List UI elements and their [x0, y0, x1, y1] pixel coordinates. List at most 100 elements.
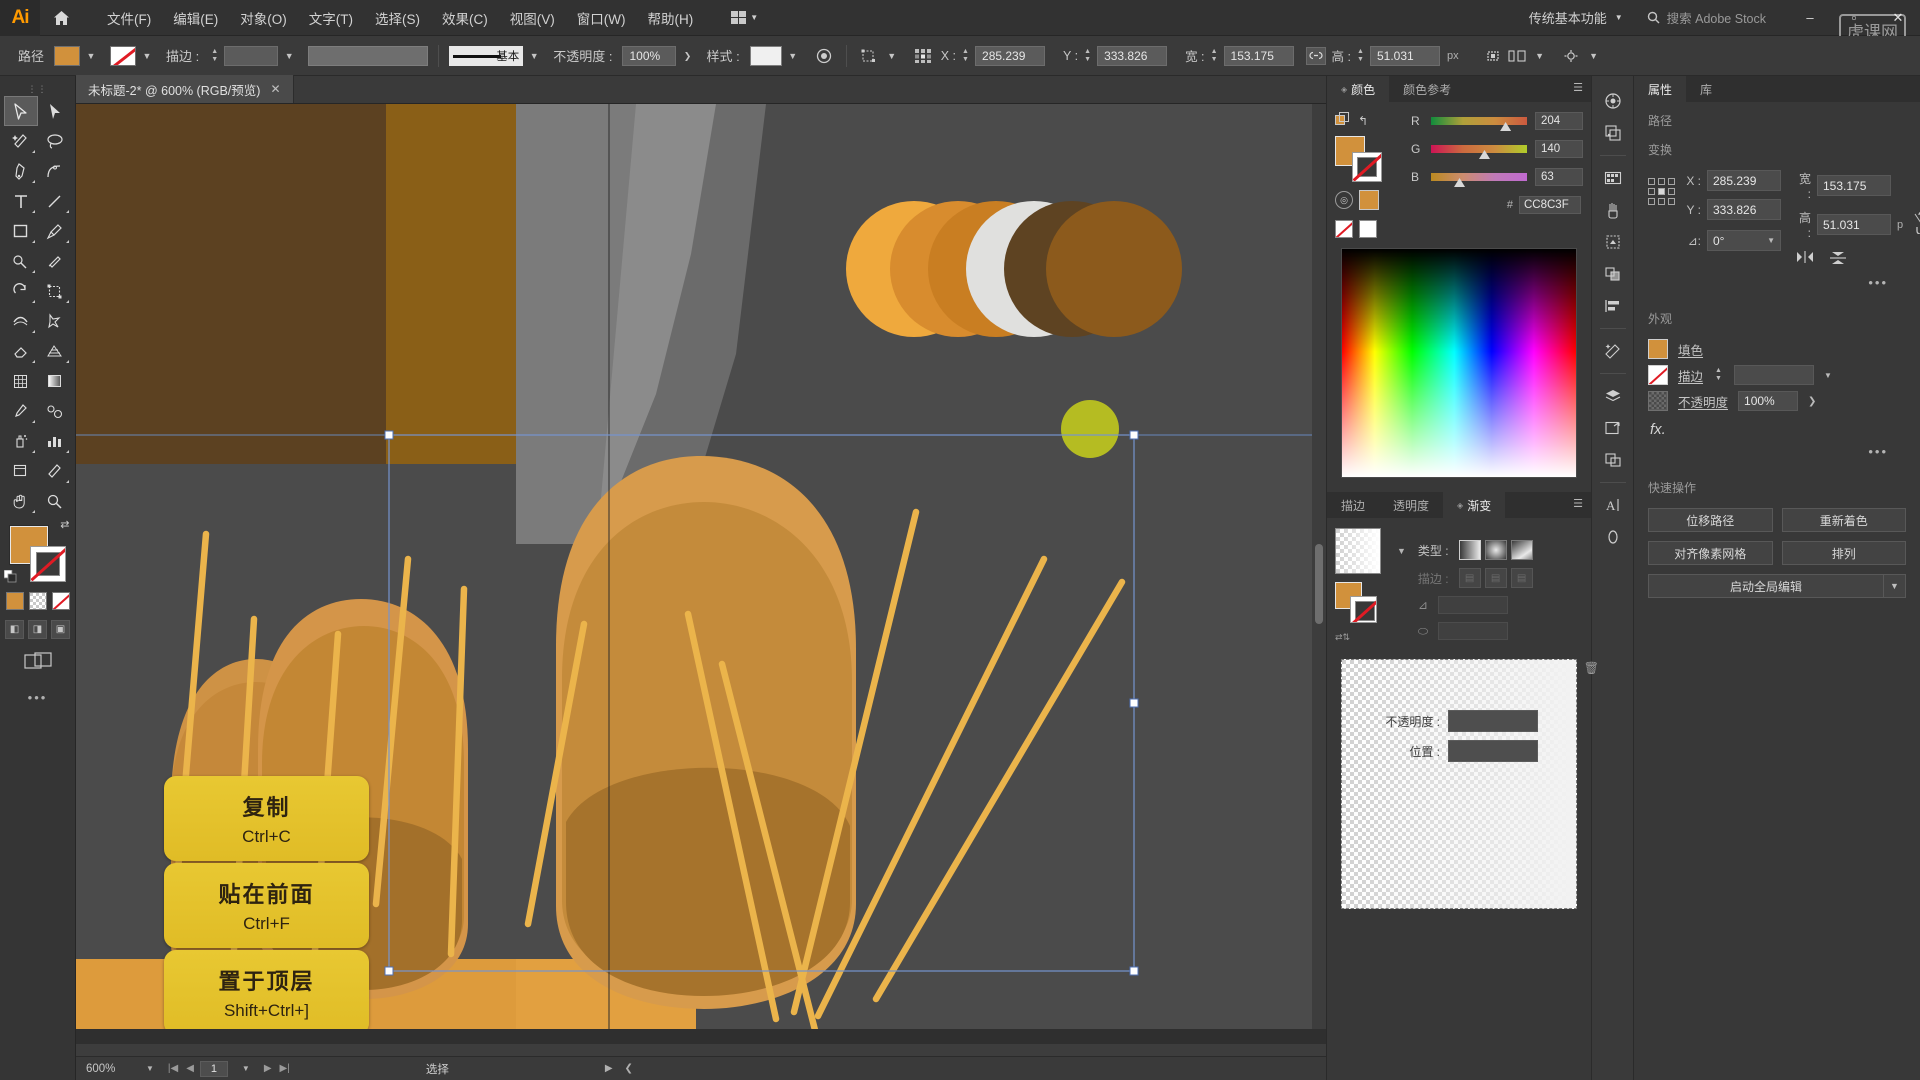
- graphic-style-control[interactable]: ▼: [749, 45, 800, 66]
- gradient-type-freeform[interactable]: [1510, 540, 1533, 560]
- close-icon[interactable]: ✕: [270, 82, 280, 96]
- fill-swatch[interactable]: [54, 45, 81, 66]
- mesh-tool[interactable]: [4, 366, 38, 396]
- draw-behind-icon[interactable]: ◨: [28, 620, 47, 639]
- color-panel-icon[interactable]: [1597, 86, 1629, 116]
- reference-point-selector[interactable]: [1648, 178, 1675, 205]
- color-spectrum-bar[interactable]: [1341, 248, 1577, 478]
- gradient-ramp[interactable]: 不透明度 : 位置 :: [1341, 659, 1577, 909]
- chevron-down-icon[interactable]: ▼: [885, 46, 899, 66]
- gradient-preview-swatch[interactable]: [1335, 528, 1381, 574]
- stroke-swatch-none[interactable]: [110, 45, 137, 66]
- page-number[interactable]: 1: [199, 1060, 228, 1077]
- close-button[interactable]: ✕: [1876, 0, 1920, 36]
- chevron-right-icon[interactable]: ❯: [680, 46, 694, 66]
- gradient-location-input[interactable]: [1448, 740, 1538, 762]
- quick-action-arrange[interactable]: 排列: [1781, 541, 1906, 565]
- transform-icon[interactable]: [857, 45, 881, 67]
- slice-tool[interactable]: [38, 456, 72, 486]
- prop-height-input[interactable]: 51.031: [1817, 214, 1891, 235]
- artboard-canvas[interactable]: 复制 Ctrl+C 贴在前面 Ctrl+F 置于顶层 Shift+Ctrl+]: [76, 104, 1326, 1029]
- eraser-tool[interactable]: [4, 336, 38, 366]
- fill-control[interactable]: ▼: [54, 45, 98, 66]
- panel-menu-icon[interactable]: ☰: [1573, 83, 1583, 94]
- tab-libraries[interactable]: 库: [1686, 76, 1726, 102]
- puppet-warp-tool[interactable]: [38, 306, 72, 336]
- eyedropper-tool[interactable]: [4, 396, 38, 426]
- draw-inside-icon[interactable]: ▣: [51, 620, 70, 639]
- hex-value-input[interactable]: CC8C3F: [1519, 196, 1581, 214]
- chevron-down-icon[interactable]: ▼: [140, 46, 154, 66]
- trash-icon[interactable]: 🗑: [1584, 661, 1599, 675]
- stepper-icon[interactable]: ▲ ▼: [960, 46, 971, 66]
- channel-b-slider[interactable]: [1431, 172, 1527, 187]
- last-page-icon[interactable]: ▶|: [280, 1063, 290, 1074]
- lasso-tool[interactable]: [38, 126, 72, 156]
- menu-item-select[interactable]: 选择(S): [364, 3, 431, 33]
- link-ratio-icon[interactable]: [1305, 46, 1326, 65]
- prop-angle-select[interactable]: 0° ▼: [1707, 230, 1781, 251]
- chevron-down-icon[interactable]: ▼: [1884, 574, 1906, 598]
- line-segment-tool[interactable]: [38, 186, 72, 216]
- color-fill-button[interactable]: [5, 592, 24, 610]
- next-page-icon[interactable]: ▶: [264, 1063, 272, 1074]
- type-tool[interactable]: [4, 186, 38, 216]
- appearance-opacity-label[interactable]: 不透明度: [1678, 392, 1728, 411]
- screen-mode-icon[interactable]: [23, 651, 53, 676]
- curvature-tool[interactable]: [38, 156, 72, 186]
- align-icon[interactable]: [1597, 291, 1629, 321]
- stepper-icon[interactable]: ▲ ▼: [209, 46, 220, 66]
- document-setup-icon[interactable]: [1559, 45, 1583, 67]
- zoom-level[interactable]: 600%: [86, 1063, 132, 1075]
- menu-item-edit[interactable]: 编辑(E): [162, 3, 229, 33]
- isolate-icon[interactable]: [1481, 45, 1505, 67]
- appearance-fill-swatch[interactable]: [1648, 339, 1668, 359]
- menu-item-file[interactable]: 文件(F): [96, 3, 162, 33]
- y-position-control[interactable]: ▲ ▼ 333.826: [1082, 45, 1168, 66]
- default-fill-stroke-icon[interactable]: [3, 569, 18, 584]
- direct-selection-tool[interactable]: [38, 96, 72, 126]
- column-graph-tool[interactable]: [38, 426, 72, 456]
- height-control[interactable]: ▲ ▼ 51.031 px: [1355, 45, 1459, 66]
- x-input[interactable]: 285.239: [975, 45, 1046, 66]
- chevron-down-icon[interactable]: ▼: [1824, 371, 1832, 380]
- appearance-stroke-swatch[interactable]: [1648, 365, 1668, 385]
- tab-gradient[interactable]: ◈ 渐变: [1443, 492, 1506, 518]
- fx-label[interactable]: fx.: [1648, 411, 1906, 438]
- toolbar-drag-handle[interactable]: ⋮⋮: [0, 82, 75, 96]
- opacity-input[interactable]: 100%: [622, 45, 677, 66]
- menu-item-view[interactable]: 视图(V): [499, 3, 566, 33]
- blend-tool[interactable]: [38, 396, 72, 426]
- rotate-tool[interactable]: [4, 276, 38, 306]
- scrollbar-thumb[interactable]: [1315, 544, 1323, 624]
- stepper-icon[interactable]: ▲ ▼: [1355, 46, 1366, 66]
- start-global-edit-button[interactable]: 启动全局编辑: [1648, 574, 1884, 598]
- search-adobe-stock[interactable]: 搜索 Adobe Stock: [1637, 5, 1776, 30]
- stepper-icon[interactable]: ▲ ▼: [1713, 365, 1724, 385]
- quick-action-offset-path[interactable]: 位移路径: [1648, 508, 1773, 532]
- stroke-control[interactable]: ▼: [110, 45, 154, 66]
- channel-g-slider[interactable]: [1431, 144, 1527, 159]
- gradient-type-linear[interactable]: [1458, 540, 1481, 560]
- gradient-reverse-icon[interactable]: ⇄⇅: [1335, 632, 1385, 643]
- recolor-artwork-icon[interactable]: [812, 45, 836, 67]
- chevron-down-icon[interactable]: ▼: [234, 1064, 258, 1073]
- chevron-down-icon[interactable]: ▼: [527, 46, 541, 66]
- glyphs-icon[interactable]: [1597, 522, 1629, 552]
- menu-item-object[interactable]: 对象(O): [229, 3, 298, 33]
- artboard-tool[interactable]: [4, 456, 38, 486]
- flip-vertical-icon[interactable]: [1829, 250, 1847, 269]
- menu-item-effect[interactable]: 效果(C): [431, 3, 499, 33]
- menu-item-type[interactable]: 文字(T): [298, 3, 364, 33]
- appearance-opacity-swatch[interactable]: [1648, 391, 1668, 411]
- paintbrush-tool[interactable]: [38, 216, 72, 246]
- gradient-type-radial[interactable]: [1484, 540, 1507, 560]
- menu-item-window[interactable]: 窗口(W): [566, 3, 637, 33]
- menu-item-help[interactable]: 帮助(H): [636, 3, 704, 33]
- symbols-icon[interactable]: [1597, 227, 1629, 257]
- channel-g-value[interactable]: 140: [1535, 140, 1583, 158]
- zoom-tool[interactable]: [38, 486, 72, 516]
- magic-wand-tool[interactable]: [4, 126, 38, 156]
- white-color-button[interactable]: [1359, 220, 1377, 238]
- first-page-icon[interactable]: |◀: [168, 1063, 178, 1074]
